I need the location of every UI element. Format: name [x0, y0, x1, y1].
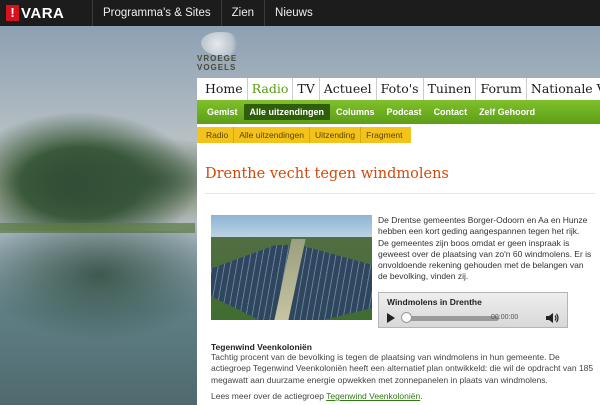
- volume-icon[interactable]: [546, 312, 560, 324]
- main-nav-tv[interactable]: TV: [293, 78, 320, 100]
- sub-nav: Gemist Alle uitzendingen Columns Podcast…: [197, 100, 600, 124]
- top-nav-zien[interactable]: Zien: [220, 0, 264, 26]
- player-time: 00:00:00: [491, 314, 519, 321]
- sub-nav-gemist[interactable]: Gemist: [201, 104, 244, 120]
- main-nav-forum[interactable]: Forum: [476, 78, 527, 100]
- sub-nav-podcast[interactable]: Podcast: [381, 104, 428, 120]
- read-more: Lees meer over de actiegroep Tegenwind V…: [211, 391, 423, 401]
- sub-nav-contact[interactable]: Contact: [428, 104, 474, 120]
- main-nav: Home Radio TV Actueel Foto's Tuinen Foru…: [197, 78, 600, 100]
- sub-nav-alle-uitzendingen[interactable]: Alle uitzendingen: [243, 104, 331, 120]
- photo-sky: [211, 215, 372, 237]
- brand-name: VROEGE VOGELS: [197, 54, 238, 72]
- top-nav-nieuws[interactable]: Nieuws: [264, 0, 323, 26]
- main-nav-fotos[interactable]: Foto's: [377, 78, 424, 100]
- vara-logo[interactable]: ! VARA: [6, 0, 92, 26]
- play-icon[interactable]: [387, 313, 395, 323]
- vara-logo-text: VARA: [21, 4, 65, 22]
- title-divider: [205, 193, 595, 194]
- main-nav-radio[interactable]: Radio: [248, 78, 294, 100]
- audio-player: Windmolens in Drenthe 00:00:00: [378, 292, 568, 328]
- breadcrumb-alle-uitzendingen[interactable]: Alle uitzendingen: [234, 127, 310, 143]
- article-photo: [211, 215, 372, 320]
- tree-silhouette-2: [0, 136, 230, 226]
- top-nav: Programma's & Sites Zien Nieuws: [92, 0, 323, 26]
- main-nav-nationale-vogel[interactable]: Nationale Vogel: [527, 78, 600, 100]
- breadcrumb: Radio Alle uitzendingen Uitzending Fragm…: [197, 127, 411, 143]
- article-body: Tachtig procent van de bevolking is tege…: [211, 352, 594, 385]
- main-nav-actueel[interactable]: Actueel: [320, 78, 377, 100]
- read-more-suffix: .: [420, 391, 423, 401]
- article-intro: De Drentse gemeentes Borger-Odoorn en Aa…: [378, 215, 592, 282]
- actiegroep-link[interactable]: Tegenwind Veenkoloniën: [326, 391, 420, 401]
- main-nav-home[interactable]: Home: [197, 78, 248, 100]
- page-title: Drenthe vecht tegen windmolens: [205, 166, 449, 182]
- player-title: Windmolens in Drenthe: [387, 297, 482, 307]
- breadcrumb-radio[interactable]: Radio: [201, 127, 235, 143]
- water-reflection: [0, 231, 220, 341]
- sub-nav-zelf-gehoord[interactable]: Zelf Gehoord: [473, 104, 541, 120]
- breadcrumb-fragment: Fragment: [366, 130, 403, 140]
- progress-handle[interactable]: [401, 312, 412, 323]
- progress-track[interactable]: [404, 316, 499, 321]
- read-more-prefix: Lees meer over de actiegroep: [211, 391, 327, 401]
- main-nav-tuinen[interactable]: Tuinen: [424, 78, 477, 100]
- top-bar: ! VARA Programma's & Sites Zien Nieuws: [0, 0, 600, 26]
- sub-nav-columns[interactable]: Columns: [330, 104, 381, 120]
- article-subheading: Tegenwind Veenkoloniën: [211, 342, 312, 352]
- breadcrumb-uitzending[interactable]: Uitzending: [310, 127, 362, 143]
- vara-logo-mark: !: [6, 5, 19, 21]
- vroege-vogels-logo[interactable]: VROEGE VOGELS: [197, 32, 277, 72]
- feather-icon: [201, 32, 241, 56]
- top-nav-programmas[interactable]: Programma's & Sites: [92, 0, 221, 26]
